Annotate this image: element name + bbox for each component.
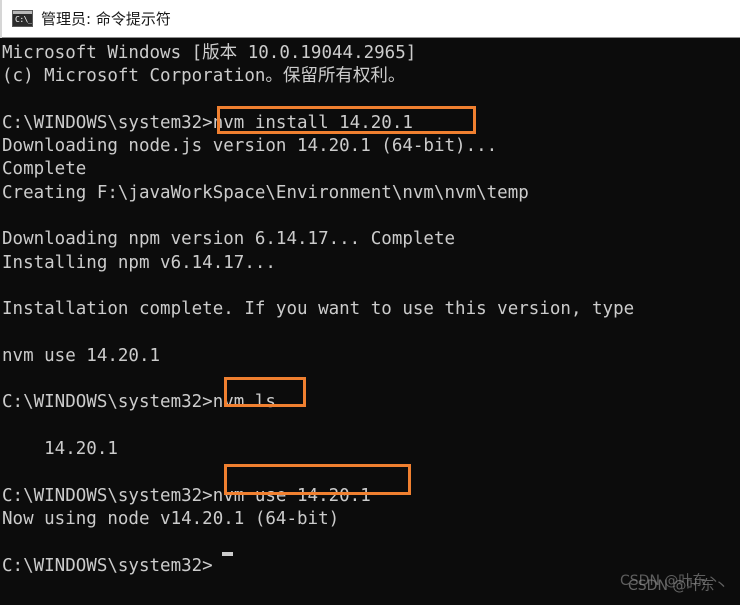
console-line: Installing npm v6.14.17... — [2, 252, 276, 273]
text-cursor — [222, 552, 233, 556]
console-line: Now using node v14.20.1 (64-bit) — [2, 508, 340, 529]
cmd-icon: C:\_ — [12, 10, 33, 27]
console-line: Downloading node.js version 14.20.1 (64-… — [2, 136, 498, 157]
window-title: 管理员: 命令提示符 — [41, 9, 171, 28]
console-line: C:\WINDOWS\system32>nvm install 14.20.1 — [2, 112, 413, 133]
console-line: nvm use 14.20.1 — [2, 345, 161, 366]
console-line: (c) Microsoft Corporation。保留所有权利。 — [2, 66, 406, 87]
command-prompt-window: C:\_ 管理员: 命令提示符 Microsoft Windows [版本 10… — [0, 0, 740, 605]
console-line-list: Microsoft Windows [版本 10.0.19044.2965] (c… — [0, 38, 740, 578]
console-line: Creating F:\javaWorkSpace\Environment\nv… — [2, 182, 529, 203]
console-line: Downloading npm version 6.14.17... Compl… — [2, 229, 456, 250]
console-line: Microsoft Windows [版本 10.0.19044.2965] — [2, 43, 417, 63]
console-line: C:\WINDOWS\system32>nvm ls — [2, 392, 276, 413]
console-line: 14.20.1 — [2, 439, 118, 460]
console-line: Installation complete. If you want to us… — [2, 299, 635, 320]
console-line: Complete — [2, 159, 87, 180]
watermark-secondary: CSDN @叶东丶 — [628, 578, 729, 594]
console-line: C:\WINDOWS\system32>nvm use 14.20.1 — [2, 485, 371, 506]
cmd-icon-prompt-glyph: C:\_ — [15, 15, 33, 24]
title-bar[interactable]: C:\_ 管理员: 命令提示符 — [0, 0, 740, 38]
window-left-edge — [0, 0, 2, 38]
console-output-area[interactable]: Microsoft Windows [版本 10.0.19044.2965] (c… — [0, 38, 740, 605]
